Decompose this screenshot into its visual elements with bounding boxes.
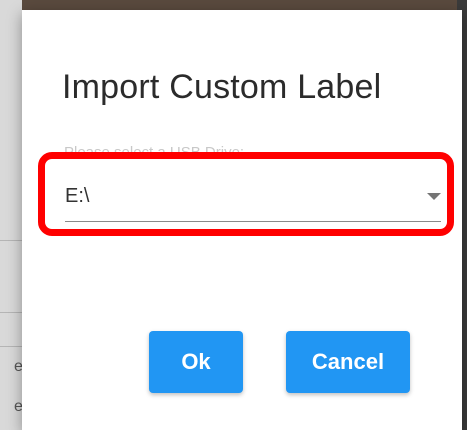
chevron-down-icon[interactable]	[427, 193, 441, 200]
usb-drive-selected-value: E:\	[65, 185, 90, 207]
background-text: e	[14, 358, 22, 375]
select-underline	[65, 221, 441, 222]
background-window: e e	[0, 0, 22, 430]
dialog-title: Import Custom Label	[62, 68, 382, 106]
background-text: e	[14, 398, 22, 415]
usb-drive-select[interactable]: E:\	[38, 152, 454, 236]
cancel-button[interactable]: Cancel	[286, 331, 410, 393]
ok-button[interactable]: Ok	[149, 331, 243, 393]
background-divider	[0, 346, 22, 347]
background-divider	[0, 312, 22, 313]
background-window-edge	[0, 0, 467, 10]
background-divider	[0, 240, 22, 241]
import-custom-label-dialog: Import Custom Label Please select a USB …	[22, 10, 462, 430]
